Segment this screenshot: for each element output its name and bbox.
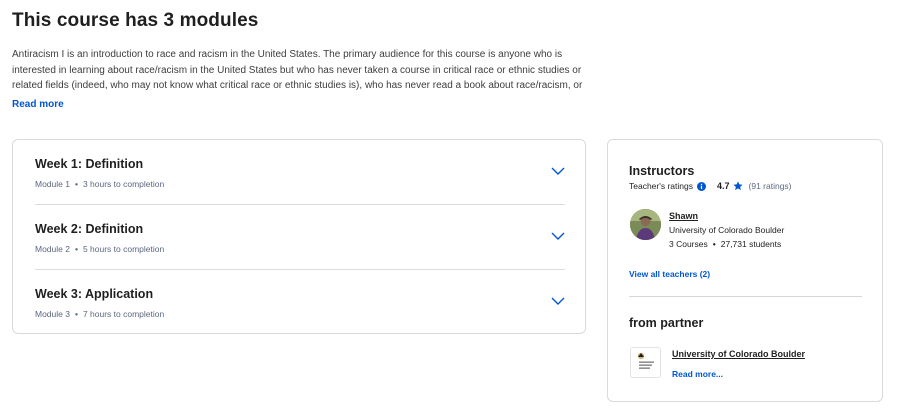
instructor-name-link[interactable]: Shawn bbox=[669, 211, 698, 221]
info-icon[interactable] bbox=[697, 181, 706, 191]
module-duration: 5 hours to completion bbox=[82, 244, 165, 254]
separator-dot: • bbox=[74, 179, 78, 189]
module-title: Week 1: Definition bbox=[35, 157, 144, 171]
module-meta: Module 3 • 7 hours to completion bbox=[35, 309, 164, 319]
partner-heading: from partner bbox=[629, 316, 704, 330]
page-title: This course has 3 modules bbox=[12, 10, 259, 31]
instructor-org: University of Colorado Boulder bbox=[669, 225, 785, 235]
module-item-1[interactable]: Week 1: Definition Module 1 • 3 hours to c… bbox=[35, 140, 565, 205]
instructor-stats: 3 Courses • 27,731 students bbox=[669, 239, 781, 249]
avatar[interactable] bbox=[630, 209, 661, 240]
instructor-courses: 3 Courses bbox=[669, 239, 708, 249]
partner-read-more-link[interactable]: Read more... bbox=[672, 369, 723, 379]
course-description: Antiracism I is an introduction to race … bbox=[12, 49, 583, 91]
module-meta: Module 2 • 5 hours to completion bbox=[35, 244, 164, 254]
module-meta: Module 1 • 3 hours to completion bbox=[35, 179, 164, 189]
view-all-teachers-link[interactable]: View all teachers (2) bbox=[629, 269, 710, 279]
module-number: Module 3 bbox=[35, 309, 70, 319]
partner-logo[interactable] bbox=[630, 347, 661, 378]
teacher-ratings: Teacher's ratings 4.7 (91 ratings) bbox=[629, 181, 792, 191]
module-duration: 7 hours to completion bbox=[82, 309, 165, 319]
ratings-label: Teacher's ratings bbox=[629, 181, 693, 191]
module-number: Module 2 bbox=[35, 244, 70, 254]
module-duration: 3 hours to completion bbox=[82, 179, 165, 189]
module-title: Week 3: Application bbox=[35, 287, 154, 301]
partner-name-link[interactable]: University of Colorado Boulder bbox=[672, 349, 805, 359]
chevron-down-icon[interactable] bbox=[551, 166, 565, 176]
chevron-down-icon[interactable] bbox=[551, 296, 565, 306]
read-more-link[interactable]: Read more bbox=[12, 99, 64, 110]
chevron-down-icon[interactable] bbox=[551, 231, 565, 241]
separator-dot: • bbox=[712, 239, 716, 249]
module-title: Week 2: Definition bbox=[35, 222, 144, 236]
module-number: Module 1 bbox=[35, 179, 70, 189]
rating-value: 4.7 bbox=[717, 181, 730, 191]
separator-dot: • bbox=[74, 244, 78, 254]
separator-dot: • bbox=[74, 309, 78, 319]
section-divider bbox=[629, 296, 862, 297]
star-icon bbox=[732, 181, 743, 191]
rating-count: (91 ratings) bbox=[748, 181, 792, 191]
instructor-students: 27,731 students bbox=[720, 239, 782, 249]
modules-list: Week 1: Definition Module 1 • 3 hours to c… bbox=[12, 139, 586, 334]
instructors-heading: Instructors bbox=[629, 164, 695, 178]
module-item-3[interactable]: Week 3: Application Module 3 • 7 hours to … bbox=[35, 270, 565, 335]
instructors-card: Instructors Teacher's ratings 4.7 (91 ra… bbox=[607, 139, 883, 402]
module-item-2[interactable]: Week 2: Definition Module 2 • 5 hours to c… bbox=[35, 205, 565, 270]
